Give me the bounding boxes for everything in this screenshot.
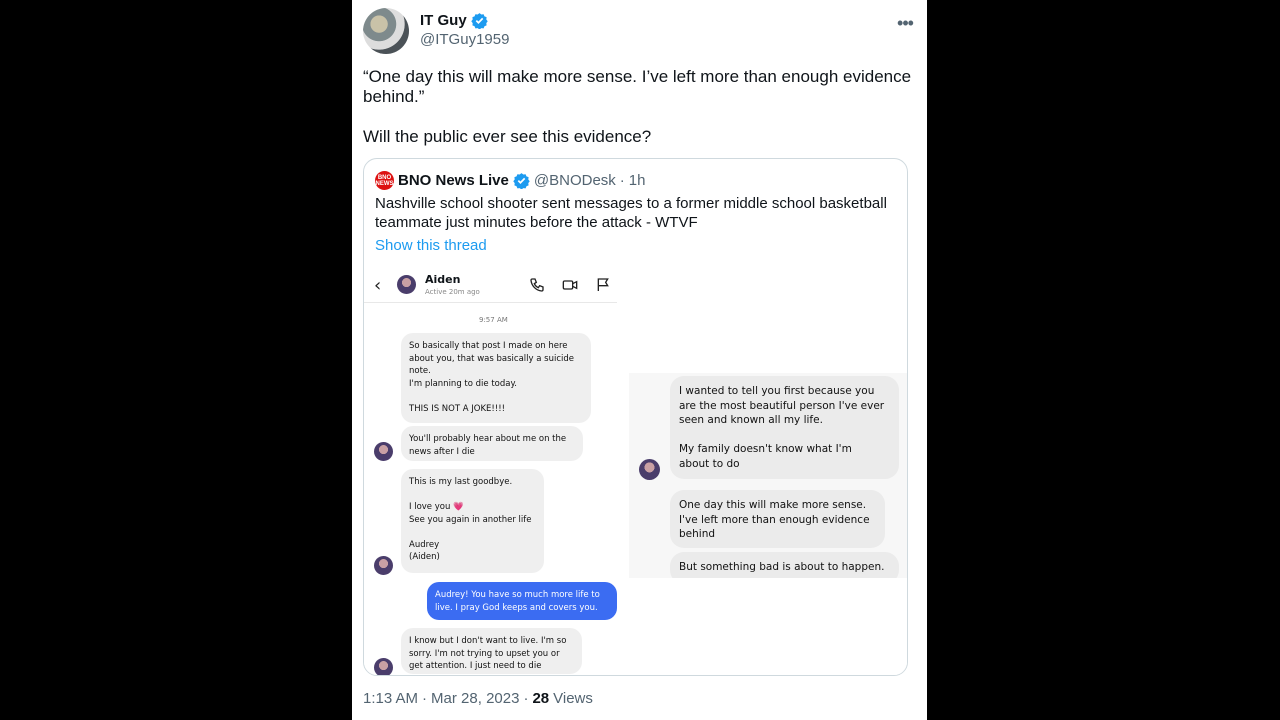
contact-status: Active 20m ago (425, 288, 480, 296)
tweet-footer: 1:13 AM · Mar 28, 2023 · 28 Views (363, 690, 593, 707)
author-handle[interactable]: @ITGuy1959 (420, 31, 509, 48)
views-count[interactable]: 28 (532, 690, 549, 707)
contact-name: Aiden (425, 273, 461, 286)
tweet-time[interactable]: 1:13 AM (363, 690, 418, 707)
tweet-header: IT Guy @ITGuy1959 ••• (363, 8, 918, 56)
dm-screenshot-right: I wanted to tell you first because you a… (629, 373, 907, 578)
tweet-text: “One day this will make more sense. I’ve… (363, 67, 918, 167)
chat-bubble-right-2: One day this will make more sense. I've … (670, 490, 885, 548)
chat-bubble-2: You'll probably hear about me on the new… (401, 426, 583, 461)
separator-dot: · (422, 690, 428, 707)
tweet-paragraph-2: Will the public ever see this evidence? (363, 127, 652, 146)
contact-avatar (374, 556, 393, 575)
dm-topbar: ‹ Aiden Active 20m ago (364, 266, 617, 303)
chat-bubble-right-3: But something bad is about to happen. (670, 552, 899, 578)
bno-logo-icon: BNO NEWS (375, 171, 394, 190)
video-camera-icon (562, 280, 578, 290)
verified-badge-icon (513, 173, 530, 189)
chat-bubble-5: I know but I don't want to live. I'm so … (401, 628, 582, 674)
views-label: Views (553, 690, 593, 707)
quoted-tweet[interactable]: BNO NEWS BNO News Live @BNODesk · 1h Nas… (363, 158, 908, 676)
author-avatar[interactable] (363, 8, 409, 54)
message-timestamp: 9:57 AM (479, 316, 508, 324)
tweet: IT Guy @ITGuy1959 ••• “One day this will… (352, 0, 927, 720)
separator-dot: · (523, 690, 529, 707)
author-name-row: IT Guy (420, 12, 488, 29)
author-name[interactable]: IT Guy (420, 12, 467, 29)
contact-avatar (374, 658, 393, 675)
contact-avatar (397, 275, 416, 294)
quoted-tweet-image[interactable]: ‹ Aiden Active 20m ago 9:57 AM So basica… (364, 266, 907, 675)
quoted-author-name[interactable]: BNO News Live (398, 172, 509, 189)
quoted-author-handle[interactable]: @BNODesk (534, 172, 616, 189)
contact-avatar (639, 459, 660, 480)
chat-bubble-3: This is my last goodbye. I love you 💗 Se… (401, 469, 544, 573)
tweet-paragraph-1: “One day this will make more sense. I’ve… (363, 67, 912, 106)
more-options-icon[interactable]: ••• (892, 10, 918, 36)
tweet-date[interactable]: Mar 28, 2023 (431, 690, 519, 707)
chat-bubble-1: So basically that post I made on here ab… (401, 333, 591, 423)
quoted-tweet-text: Nashville school shooter sent messages t… (375, 195, 887, 231)
flag-icon (597, 278, 609, 291)
dm-screenshot-left: ‹ Aiden Active 20m ago 9:57 AM So basica… (364, 266, 617, 675)
verified-badge-icon (470, 13, 488, 29)
quoted-tweet-time[interactable]: 1h (629, 172, 646, 189)
show-thread-link[interactable]: Show this thread (375, 237, 487, 254)
contact-avatar (374, 442, 393, 461)
back-arrow-icon: ‹ (374, 275, 382, 296)
separator-dot: · (619, 172, 625, 189)
phone-icon (530, 278, 544, 292)
chat-bubble-sent: Audrey! You have so much more life to li… (427, 582, 617, 620)
quoted-tweet-header: BNO NEWS BNO News Live @BNODesk · 1h (375, 171, 645, 190)
chat-bubble-right-1: I wanted to tell you first because you a… (670, 376, 899, 479)
